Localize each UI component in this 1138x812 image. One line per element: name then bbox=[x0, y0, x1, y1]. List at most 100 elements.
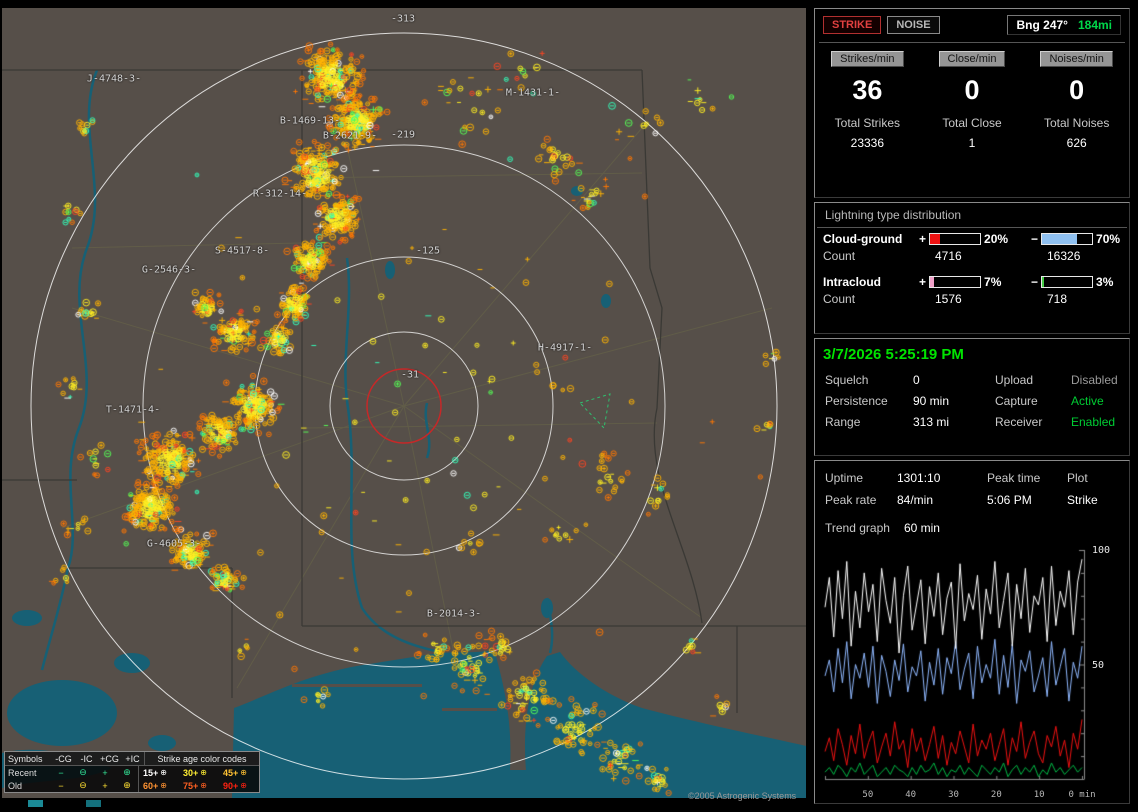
total-close-label: Total Close bbox=[920, 116, 1025, 130]
old-ic-pos-icon: ⊕ bbox=[116, 780, 138, 791]
intracloud-label: Intracloud bbox=[823, 275, 919, 289]
cg-minus-count: 16326 bbox=[1031, 249, 1121, 263]
age-30-icon: ⊕ bbox=[200, 768, 207, 777]
squelch-label: Squelch bbox=[825, 373, 913, 387]
persistence-value: 90 min bbox=[913, 394, 995, 408]
cg-plus-bar bbox=[929, 233, 981, 245]
recent-cg-pos-icon: + bbox=[94, 768, 116, 778]
strikes-per-min-value: 36 bbox=[815, 75, 920, 106]
age-45: 45+⊕ bbox=[219, 768, 259, 778]
datetime-display: 3/7/2026 5:25:19 PM bbox=[815, 339, 1129, 371]
cg-plus-count: 4716 bbox=[919, 249, 1031, 263]
ic-minus-bar bbox=[1041, 276, 1093, 288]
ic-minus-pct: 3% bbox=[1096, 275, 1113, 289]
range-value: 313 mi bbox=[913, 415, 995, 429]
age-90: 90+⊕ bbox=[219, 781, 259, 791]
receiver-label: Receiver bbox=[995, 415, 1071, 429]
receiver-status: Enabled bbox=[1071, 415, 1119, 429]
x-axis-tick: 40 bbox=[905, 790, 916, 800]
legend-col-ic-pos: +IC bbox=[121, 754, 144, 764]
taskbar-item[interactable] bbox=[28, 800, 43, 807]
upload-label: Upload bbox=[995, 373, 1071, 387]
age-15: 15+⊕ bbox=[139, 768, 179, 778]
peak-time-value: 5:06 PM bbox=[987, 493, 1067, 507]
recent-cg-neg-icon: − bbox=[50, 768, 72, 778]
cg-plus-pct: 20% bbox=[984, 232, 1008, 246]
legend-title: Symbols bbox=[5, 754, 52, 764]
trend-graph: 1005050403020100 min bbox=[823, 547, 1125, 803]
age-30: 30+⊕ bbox=[179, 768, 219, 778]
plus-sign: + bbox=[919, 275, 926, 289]
age-45-icon: ⊕ bbox=[240, 768, 247, 777]
old-cg-neg-icon: − bbox=[50, 781, 72, 791]
cloud-ground-label: Cloud-ground bbox=[823, 232, 919, 246]
minus-sign: − bbox=[1031, 232, 1038, 246]
range-label: Range bbox=[825, 415, 913, 429]
rates-box: STRIKE NOISE Bng 247° 184mi Strikes/min … bbox=[814, 8, 1130, 198]
noise-mode-button[interactable]: NOISE bbox=[887, 16, 939, 34]
noises-per-min-button[interactable]: Noises/min bbox=[1040, 51, 1112, 67]
total-noises-label: Total Noises bbox=[1024, 116, 1129, 130]
ic-plus-count: 1576 bbox=[919, 292, 1031, 306]
total-noises-value: 626 bbox=[1024, 136, 1129, 150]
lightning-map[interactable]: Symbols -CG -IC +CG +IC Strike age color… bbox=[2, 8, 806, 798]
total-strikes-value: 23336 bbox=[815, 136, 920, 150]
strike-overlay bbox=[2, 8, 806, 798]
squelch-value: 0 bbox=[913, 373, 995, 387]
peak-time-label: Peak time bbox=[987, 471, 1067, 485]
capture-label: Capture bbox=[995, 394, 1071, 408]
taskbar-item[interactable] bbox=[86, 800, 101, 807]
legend-age-title: Strike age color codes bbox=[145, 754, 259, 764]
distribution-box: Lightning type distribution Cloud-ground… bbox=[814, 202, 1130, 334]
close-per-min-value: 0 bbox=[920, 75, 1025, 106]
age-15-icon: ⊕ bbox=[160, 768, 167, 777]
bearing-value: Bng 247° bbox=[1016, 18, 1067, 32]
plot-label: Plot bbox=[1067, 471, 1119, 485]
legend-col-ic-neg: -IC bbox=[75, 754, 98, 764]
legend-col-cg-pos: +CG bbox=[98, 754, 121, 764]
trend-box: Uptime 1301:10 Peak time Plot Peak rate … bbox=[814, 460, 1130, 804]
bearing-distance: 184mi bbox=[1078, 18, 1112, 32]
status-panel: STRIKE NOISE Bng 247° 184mi Strikes/min … bbox=[814, 8, 1132, 804]
ic-plus-pct: 7% bbox=[984, 275, 1001, 289]
x-axis-tick: 20 bbox=[991, 790, 1002, 800]
trend-canvas bbox=[823, 547, 1089, 787]
old-cg-pos-icon: + bbox=[94, 781, 116, 791]
x-axis-tick: 10 bbox=[1034, 790, 1045, 800]
age-75: 75+⊕ bbox=[179, 781, 219, 791]
close-per-min-button[interactable]: Close/min bbox=[939, 51, 1006, 67]
strikes-per-min-button[interactable]: Strikes/min bbox=[831, 51, 903, 67]
ic-minus-count: 718 bbox=[1031, 292, 1121, 306]
cg-minus-bar bbox=[1041, 233, 1093, 245]
plot-value: Strike bbox=[1067, 493, 1119, 507]
noises-per-min-value: 0 bbox=[1024, 75, 1129, 106]
uptime-label: Uptime bbox=[825, 471, 897, 485]
x-axis-tick: 50 bbox=[862, 790, 873, 800]
age-90-icon: ⊕ bbox=[240, 781, 247, 790]
age-60: 60+⊕ bbox=[139, 781, 179, 791]
peak-rate-value: 84/min bbox=[897, 493, 987, 507]
minus-sign: − bbox=[1031, 275, 1038, 289]
y-axis-tick: 50 bbox=[1092, 660, 1104, 671]
copyright-text: ©2005 Astrogenic Systems bbox=[688, 791, 796, 801]
map-legend: Symbols -CG -IC +CG +IC Strike age color… bbox=[4, 751, 260, 793]
uptime-value: 1301:10 bbox=[897, 471, 987, 485]
persistence-label: Persistence bbox=[825, 394, 913, 408]
old-ic-neg-icon: ⊖ bbox=[72, 780, 94, 791]
trend-graph-window: 60 min bbox=[904, 521, 940, 535]
upload-status: Disabled bbox=[1071, 373, 1119, 387]
total-close-value: 1 bbox=[920, 136, 1025, 150]
peak-rate-label: Peak rate bbox=[825, 493, 897, 507]
strike-mode-button[interactable]: STRIKE bbox=[823, 16, 881, 34]
trend-graph-label: Trend graph bbox=[825, 521, 890, 535]
age-75-icon: ⊕ bbox=[200, 781, 207, 790]
age-60-icon: ⊕ bbox=[160, 781, 167, 790]
ic-count-label: Count bbox=[823, 292, 919, 306]
legend-row-old: Old bbox=[5, 781, 50, 791]
ic-plus-bar bbox=[929, 276, 981, 288]
recent-ic-pos-icon: ⊕ bbox=[116, 767, 138, 778]
cg-count-label: Count bbox=[823, 249, 919, 263]
capture-status: Active bbox=[1071, 394, 1119, 408]
distribution-heading: Lightning type distribution bbox=[817, 203, 1127, 228]
cg-minus-pct: 70% bbox=[1096, 232, 1120, 246]
